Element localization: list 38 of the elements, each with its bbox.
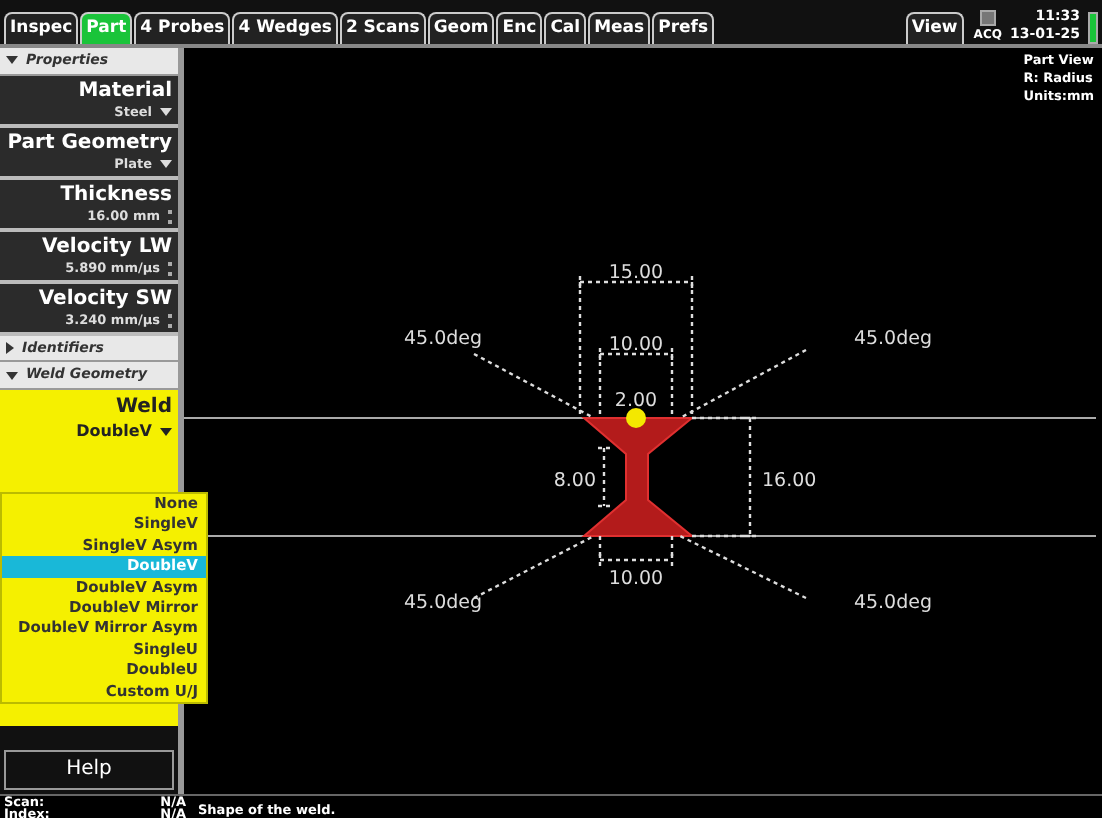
status-square-icon	[979, 10, 996, 26]
tab[interactable]: Inspec	[4, 11, 79, 44]
tab[interactable]: 4 Wedges	[232, 11, 338, 44]
dimension-label: 8.00	[553, 470, 596, 492]
tab[interactable]: 4 Probes	[134, 11, 231, 44]
property-label: Thickness	[58, 181, 172, 208]
dimension-line	[598, 348, 674, 360]
tab[interactable]: Enc	[496, 11, 543, 44]
dimension-line	[598, 554, 674, 566]
help-button[interactable]: Help	[4, 750, 174, 790]
tab[interactable]: Cal	[544, 11, 587, 44]
dimension-line	[578, 276, 694, 288]
property-label: Velocity SW	[36, 285, 172, 312]
tab[interactable]: Geom	[427, 11, 495, 44]
dimension-label: 10.00	[608, 568, 664, 590]
tab[interactable]: 2 Scans	[339, 11, 426, 44]
property-label: Velocity LW	[39, 233, 172, 260]
view-button[interactable]: View	[905, 11, 964, 44]
dropdown-arrow-icon	[160, 160, 172, 169]
tab[interactable]: Prefs	[652, 11, 715, 44]
dimension-label: 2.00	[614, 390, 658, 412]
angle-label: 45.0deg	[404, 328, 483, 350]
property-label: Part Geometry	[6, 129, 172, 156]
property-value: DoubleV	[76, 419, 152, 443]
dimension-label: 15.00	[608, 262, 664, 284]
dimension-label: 10.00	[608, 334, 664, 356]
property-label: Material	[76, 77, 172, 103]
dropdown-arrow-icon	[160, 108, 172, 117]
angle-label: 45.0deg	[853, 592, 932, 614]
property-label: Weld	[113, 393, 172, 420]
tab[interactable]: Meas	[588, 11, 651, 44]
angle-label: 45.0deg	[853, 328, 932, 350]
dimension-line	[744, 416, 756, 538]
battery-icon	[1088, 12, 1098, 44]
dimension-label: 16.00	[762, 470, 817, 492]
dropdown-arrow-icon	[160, 427, 172, 436]
dimension-line	[598, 446, 610, 508]
angle-label: 45.0deg	[404, 592, 483, 614]
